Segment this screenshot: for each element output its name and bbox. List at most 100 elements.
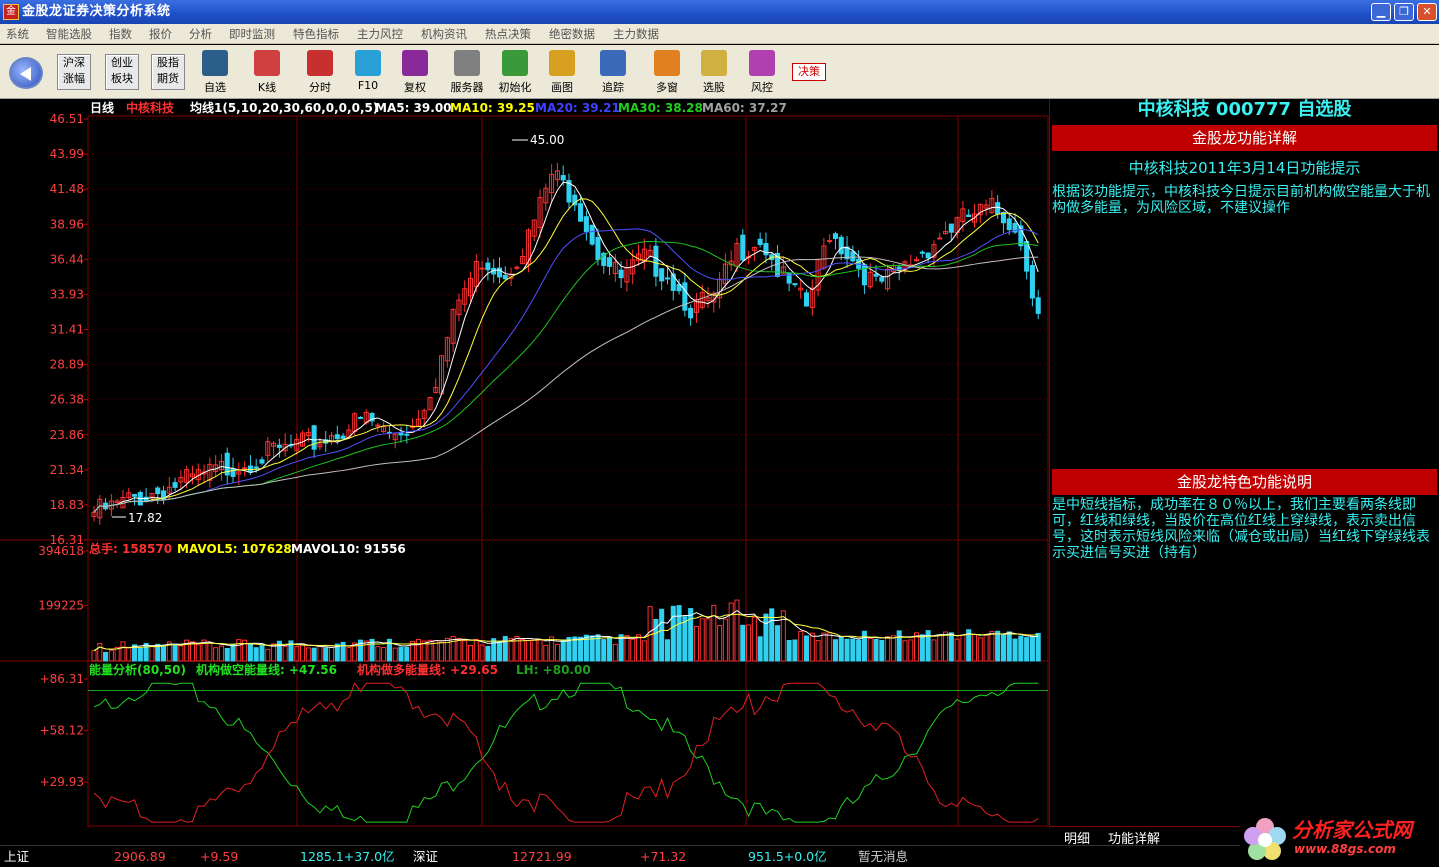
volume-bar [282,645,288,662]
volume-bar [618,634,624,662]
volume-tick-label: 394618 [38,544,84,558]
volume-bar [873,638,879,662]
volume-bar [809,632,815,662]
volume-bar [717,625,723,662]
sz-volume: 951.5+0.0亿 [748,849,827,864]
energy-short-line-label: 机构做空能量线: +47.56 [196,662,337,677]
volume-bar [496,641,503,662]
price-tick-label: 46.51 [50,112,84,126]
volume-bar [589,635,595,662]
toolbar-button-label: 画图 [551,81,573,94]
menu-item[interactable]: 指数 [109,26,132,42]
toolbar-button[interactable]: 自选 [193,47,237,95]
volume-bar [885,636,891,662]
toolbar-button[interactable]: 复权 [393,47,437,95]
function-hint-text: 根据该功能提示，中核科技今日提示目前机构做空能量大于机构做多能量，为风险区域，不… [1052,184,1430,216]
menu-item[interactable]: 特色指标 [293,26,339,42]
toolbar-button[interactable]: 追踪 [591,47,635,95]
menu-item[interactable]: 主力风控 [357,26,403,42]
volume-bar [467,644,474,662]
volume-bar [126,646,132,662]
close-icon[interactable]: ✕ [1417,3,1437,21]
volume-bar [751,616,757,662]
function-detail-header: 金股龙功能详解 [1052,125,1437,151]
price-tick-label: 41.48 [50,182,84,196]
candle-body [618,269,624,279]
candle-body [398,432,404,436]
pick-stock-icon [701,50,727,76]
energy-name: 能量分析(80,50) [89,662,186,677]
energy-long-line-label: 机构做多能量线: +29.65 [357,662,498,677]
candle-body [276,444,282,448]
toolbar-button[interactable]: 选股 [692,47,736,95]
price-tick-label: 18.83 [50,498,84,512]
volume-bar [861,630,867,662]
candle-body [132,493,138,497]
volume-bar [578,636,584,662]
volume-bar [300,643,306,662]
volume-bar [392,647,398,662]
menu-item[interactable]: 系统 [6,26,29,42]
menu-item[interactable]: 智能选股 [46,26,92,42]
menu-item[interactable]: 机构资讯 [421,26,467,42]
minimize-icon[interactable]: ▁ [1371,3,1391,21]
toolbar-block-button[interactable]: 沪深 涨幅 [57,54,91,90]
candle-body [919,251,925,254]
energy-tick-label: +29.93 [40,775,84,789]
menu-item[interactable]: 绝密数据 [549,26,595,42]
menu-item[interactable]: 即时监测 [229,26,275,42]
volume-bar [977,637,983,662]
server-icon [454,50,480,76]
candle-body [861,264,867,286]
volume-bar [919,634,925,662]
toolbar-button[interactable]: K线 [245,47,289,95]
volume-bar [1035,632,1041,662]
volume-bar [971,634,978,662]
feature-text: 是中短线指标，成功率在８０％以上，我们主要看两条线即可，红线和绿线，当股价在高位… [1052,497,1430,561]
menu-item[interactable]: 报价 [149,26,172,42]
toolbar-button[interactable]: 初始化 [493,47,537,95]
volume-bar [1006,631,1012,662]
volume-bar [195,644,201,662]
volume-bar [514,635,520,662]
volume-bar [178,645,184,662]
menu-item[interactable]: 热点决策 [485,26,531,42]
toolbar-button[interactable]: 服务器 [445,47,489,95]
toolbar-button-label: 多窗 [656,81,678,94]
toolbar-block-button[interactable]: 股指 期货 [151,54,185,90]
decide-button[interactable]: 决策 [792,63,826,81]
toolbar-button-label: 服务器 [450,81,484,94]
volume-bar [688,608,694,662]
f10-icon [355,50,381,76]
volume-bar [757,636,763,662]
sz-index: 12721.99 [512,849,572,864]
chart-header-ma10: MA10: 39.25 [450,101,535,115]
volume-mavol10: MAVOL10: 91556 [291,542,406,556]
volume-bar [699,618,705,662]
sh-volume: 1285.1+37.0亿 [300,849,395,864]
chart-area[interactable]: 46.51 43.99 41.48 38.96 36.44 33.93 31.41 28.89… [0,99,1050,843]
stock-chart[interactable]: 46.51 43.99 41.48 38.96 36.44 33.93 31.41 28.89… [0,99,1050,843]
candle-body [792,283,798,286]
candle-body [172,482,178,488]
restore-icon[interactable]: ❐ [1394,3,1414,21]
toolbar-block-button[interactable]: 创业 板块 [105,54,139,90]
toolbar-button[interactable]: 风控 [740,47,784,95]
toolbar-button[interactable]: F10 [346,47,390,95]
candle-body [688,307,694,319]
menu-item[interactable]: 主力数据 [613,26,659,42]
menu-item[interactable]: 分析 [189,26,212,42]
toolbar-button[interactable]: 分时 [298,47,342,95]
window-title: 金股龙证券决策分析系统 [22,4,171,19]
candle-body [578,203,584,222]
back-button[interactable] [9,57,43,89]
candle-body [242,467,248,470]
volume-bar [543,644,549,662]
volume-bar [218,645,224,662]
kline-icon [254,50,280,76]
chart-header-ma60: MA60: 37.27 [702,101,787,115]
sh-change: +9.59 [200,849,239,864]
toolbar-button[interactable]: 多窗 [645,47,689,95]
candle-body [803,292,810,307]
toolbar-button[interactable]: 画图 [540,47,584,95]
